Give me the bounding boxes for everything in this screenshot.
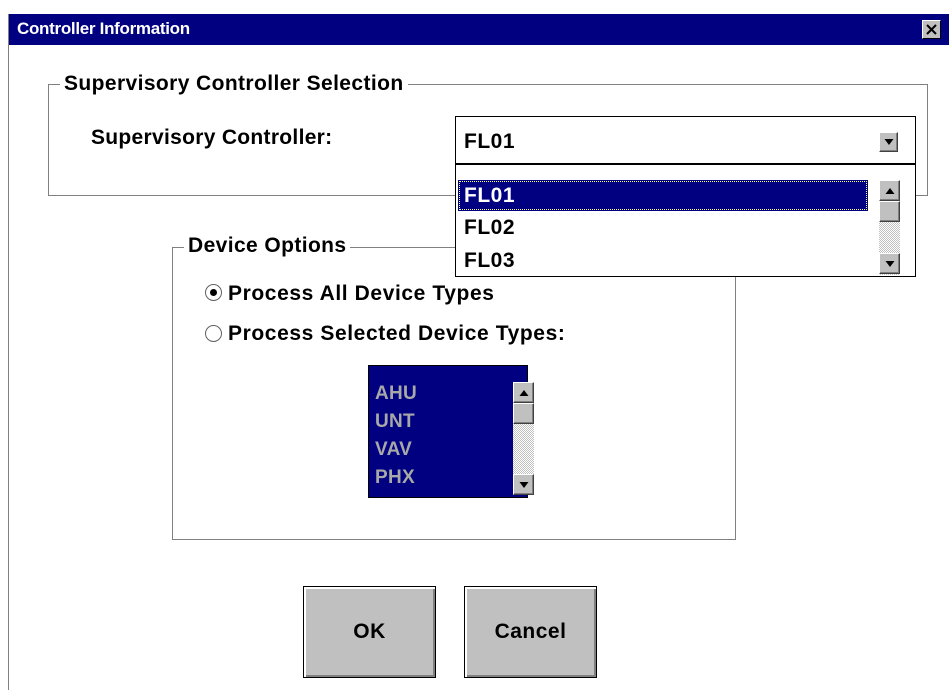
supervisory-controller-combo[interactable]: FL01: [455, 116, 916, 164]
scroll-up-button[interactable]: [513, 382, 534, 403]
device-types-scrollbar[interactable]: [513, 382, 534, 495]
radio-process-all[interactable]: [205, 284, 222, 301]
device-types-list[interactable]: AHU UNT VAV PHX: [368, 365, 528, 498]
list-item[interactable]: VAV: [375, 436, 412, 464]
controller-dropdown-list[interactable]: FL01 FL02 FL03: [455, 164, 916, 277]
scroll-up-button[interactable]: [879, 180, 900, 201]
scroll-down-button[interactable]: [513, 474, 534, 495]
radio-checked-dot: [210, 289, 217, 296]
supervisory-controller-label: Supervisory Controller:: [91, 126, 333, 149]
dropdown-option[interactable]: FL03: [458, 245, 868, 276]
dropdown-scrollbar[interactable]: [879, 180, 900, 275]
window-title: Controller Information: [17, 19, 190, 38]
radio-process-selected-label[interactable]: Process Selected Device Types:: [228, 322, 565, 346]
radio-process-all-label[interactable]: Process All Device Types: [228, 282, 495, 306]
scroll-down-button[interactable]: [879, 253, 900, 274]
device-options-label: Device Options: [184, 234, 351, 258]
scroll-thumb[interactable]: [879, 201, 900, 222]
radio-process-selected[interactable]: [205, 325, 222, 342]
scroll-up-icon: [519, 389, 528, 396]
dropdown-option[interactable]: FL01: [458, 180, 868, 211]
scroll-up-icon: [885, 187, 894, 194]
list-item[interactable]: UNT: [375, 408, 415, 436]
scroll-down-icon: [885, 260, 894, 267]
dropdown-option[interactable]: FL02: [458, 212, 868, 243]
list-item[interactable]: PHX: [375, 464, 415, 492]
title-bar[interactable]: Controller Information: [9, 14, 949, 45]
supervisory-group-label: Supervisory Controller Selection: [60, 72, 408, 96]
scroll-down-icon: [519, 481, 528, 488]
cancel-button[interactable]: Cancel: [464, 586, 597, 678]
combo-dropdown-button[interactable]: [879, 132, 898, 152]
ok-button[interactable]: OK: [303, 586, 436, 678]
close-icon: [926, 24, 937, 35]
close-button[interactable]: [922, 20, 941, 39]
list-item[interactable]: AHU: [375, 380, 417, 408]
combo-selected-value: FL01: [464, 130, 516, 153]
scroll-thumb[interactable]: [513, 403, 534, 424]
chevron-down-icon: [884, 139, 893, 145]
